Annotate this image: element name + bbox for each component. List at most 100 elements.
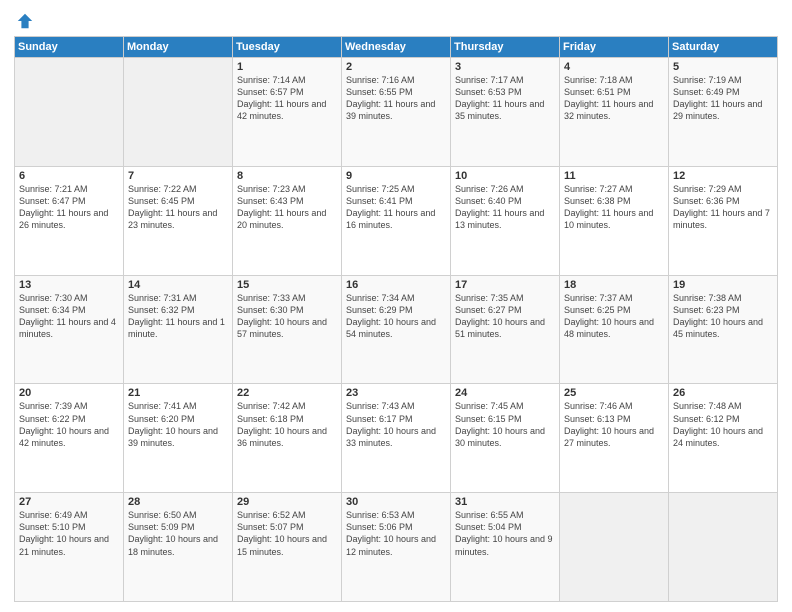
- day-number: 26: [673, 387, 773, 399]
- day-info: Sunrise: 7:30 AM Sunset: 6:34 PM Dayligh…: [19, 292, 119, 341]
- day-info: Sunrise: 7:14 AM Sunset: 6:57 PM Dayligh…: [237, 74, 337, 123]
- calendar-cell: 26Sunrise: 7:48 AM Sunset: 6:12 PM Dayli…: [669, 384, 778, 493]
- week-row-3: 13Sunrise: 7:30 AM Sunset: 6:34 PM Dayli…: [15, 275, 778, 384]
- calendar-cell: 11Sunrise: 7:27 AM Sunset: 6:38 PM Dayli…: [560, 166, 669, 275]
- calendar-cell: 19Sunrise: 7:38 AM Sunset: 6:23 PM Dayli…: [669, 275, 778, 384]
- day-info: Sunrise: 6:49 AM Sunset: 5:10 PM Dayligh…: [19, 509, 119, 558]
- day-info: Sunrise: 7:34 AM Sunset: 6:29 PM Dayligh…: [346, 292, 446, 341]
- calendar-cell: 29Sunrise: 6:52 AM Sunset: 5:07 PM Dayli…: [233, 493, 342, 602]
- calendar-cell: [560, 493, 669, 602]
- day-number: 22: [237, 387, 337, 399]
- weekday-header-row: SundayMondayTuesdayWednesdayThursdayFrid…: [15, 37, 778, 58]
- day-info: Sunrise: 7:21 AM Sunset: 6:47 PM Dayligh…: [19, 183, 119, 232]
- day-info: Sunrise: 7:33 AM Sunset: 6:30 PM Dayligh…: [237, 292, 337, 341]
- calendar-cell: 27Sunrise: 6:49 AM Sunset: 5:10 PM Dayli…: [15, 493, 124, 602]
- calendar-cell: 3Sunrise: 7:17 AM Sunset: 6:53 PM Daylig…: [451, 58, 560, 167]
- day-info: Sunrise: 7:18 AM Sunset: 6:51 PM Dayligh…: [564, 74, 664, 123]
- day-info: Sunrise: 7:25 AM Sunset: 6:41 PM Dayligh…: [346, 183, 446, 232]
- calendar-cell: [15, 58, 124, 167]
- calendar-cell: 18Sunrise: 7:37 AM Sunset: 6:25 PM Dayli…: [560, 275, 669, 384]
- calendar-cell: 17Sunrise: 7:35 AM Sunset: 6:27 PM Dayli…: [451, 275, 560, 384]
- weekday-header-sunday: Sunday: [15, 37, 124, 58]
- calendar-cell: 6Sunrise: 7:21 AM Sunset: 6:47 PM Daylig…: [15, 166, 124, 275]
- day-number: 31: [455, 496, 555, 508]
- calendar-cell: [124, 58, 233, 167]
- calendar-cell: 15Sunrise: 7:33 AM Sunset: 6:30 PM Dayli…: [233, 275, 342, 384]
- calendar-cell: 9Sunrise: 7:25 AM Sunset: 6:41 PM Daylig…: [342, 166, 451, 275]
- calendar-cell: 14Sunrise: 7:31 AM Sunset: 6:32 PM Dayli…: [124, 275, 233, 384]
- day-number: 4: [564, 61, 664, 73]
- calendar-cell: 1Sunrise: 7:14 AM Sunset: 6:57 PM Daylig…: [233, 58, 342, 167]
- day-info: Sunrise: 7:43 AM Sunset: 6:17 PM Dayligh…: [346, 400, 446, 449]
- calendar-cell: 20Sunrise: 7:39 AM Sunset: 6:22 PM Dayli…: [15, 384, 124, 493]
- day-info: Sunrise: 7:17 AM Sunset: 6:53 PM Dayligh…: [455, 74, 555, 123]
- calendar-cell: 16Sunrise: 7:34 AM Sunset: 6:29 PM Dayli…: [342, 275, 451, 384]
- day-number: 9: [346, 170, 446, 182]
- day-info: Sunrise: 7:19 AM Sunset: 6:49 PM Dayligh…: [673, 74, 773, 123]
- calendar-cell: 7Sunrise: 7:22 AM Sunset: 6:45 PM Daylig…: [124, 166, 233, 275]
- day-number: 19: [673, 279, 773, 291]
- weekday-header-tuesday: Tuesday: [233, 37, 342, 58]
- day-number: 15: [237, 279, 337, 291]
- week-row-5: 27Sunrise: 6:49 AM Sunset: 5:10 PM Dayli…: [15, 493, 778, 602]
- calendar-cell: 21Sunrise: 7:41 AM Sunset: 6:20 PM Dayli…: [124, 384, 233, 493]
- week-row-1: 1Sunrise: 7:14 AM Sunset: 6:57 PM Daylig…: [15, 58, 778, 167]
- day-number: 23: [346, 387, 446, 399]
- day-number: 24: [455, 387, 555, 399]
- day-info: Sunrise: 7:46 AM Sunset: 6:13 PM Dayligh…: [564, 400, 664, 449]
- day-info: Sunrise: 6:55 AM Sunset: 5:04 PM Dayligh…: [455, 509, 555, 558]
- day-number: 13: [19, 279, 119, 291]
- day-info: Sunrise: 7:37 AM Sunset: 6:25 PM Dayligh…: [564, 292, 664, 341]
- day-number: 16: [346, 279, 446, 291]
- calendar-cell: [669, 493, 778, 602]
- day-number: 10: [455, 170, 555, 182]
- day-number: 14: [128, 279, 228, 291]
- calendar-cell: 2Sunrise: 7:16 AM Sunset: 6:55 PM Daylig…: [342, 58, 451, 167]
- logo: [14, 12, 34, 30]
- calendar-cell: 4Sunrise: 7:18 AM Sunset: 6:51 PM Daylig…: [560, 58, 669, 167]
- day-info: Sunrise: 7:39 AM Sunset: 6:22 PM Dayligh…: [19, 400, 119, 449]
- calendar-cell: 24Sunrise: 7:45 AM Sunset: 6:15 PM Dayli…: [451, 384, 560, 493]
- weekday-header-friday: Friday: [560, 37, 669, 58]
- day-number: 20: [19, 387, 119, 399]
- day-number: 25: [564, 387, 664, 399]
- day-number: 28: [128, 496, 228, 508]
- day-info: Sunrise: 7:48 AM Sunset: 6:12 PM Dayligh…: [673, 400, 773, 449]
- calendar-cell: 25Sunrise: 7:46 AM Sunset: 6:13 PM Dayli…: [560, 384, 669, 493]
- day-number: 18: [564, 279, 664, 291]
- day-info: Sunrise: 6:52 AM Sunset: 5:07 PM Dayligh…: [237, 509, 337, 558]
- day-number: 29: [237, 496, 337, 508]
- day-info: Sunrise: 7:26 AM Sunset: 6:40 PM Dayligh…: [455, 183, 555, 232]
- day-info: Sunrise: 7:38 AM Sunset: 6:23 PM Dayligh…: [673, 292, 773, 341]
- day-number: 2: [346, 61, 446, 73]
- day-info: Sunrise: 7:45 AM Sunset: 6:15 PM Dayligh…: [455, 400, 555, 449]
- calendar-cell: 30Sunrise: 6:53 AM Sunset: 5:06 PM Dayli…: [342, 493, 451, 602]
- day-info: Sunrise: 6:53 AM Sunset: 5:06 PM Dayligh…: [346, 509, 446, 558]
- day-number: 8: [237, 170, 337, 182]
- day-number: 7: [128, 170, 228, 182]
- weekday-header-wednesday: Wednesday: [342, 37, 451, 58]
- day-number: 17: [455, 279, 555, 291]
- calendar-cell: 13Sunrise: 7:30 AM Sunset: 6:34 PM Dayli…: [15, 275, 124, 384]
- header: [14, 12, 778, 30]
- day-info: Sunrise: 7:41 AM Sunset: 6:20 PM Dayligh…: [128, 400, 228, 449]
- week-row-2: 6Sunrise: 7:21 AM Sunset: 6:47 PM Daylig…: [15, 166, 778, 275]
- calendar-cell: 8Sunrise: 7:23 AM Sunset: 6:43 PM Daylig…: [233, 166, 342, 275]
- day-info: Sunrise: 7:29 AM Sunset: 6:36 PM Dayligh…: [673, 183, 773, 232]
- day-info: Sunrise: 7:35 AM Sunset: 6:27 PM Dayligh…: [455, 292, 555, 341]
- day-number: 21: [128, 387, 228, 399]
- weekday-header-saturday: Saturday: [669, 37, 778, 58]
- weekday-header-thursday: Thursday: [451, 37, 560, 58]
- day-info: Sunrise: 7:42 AM Sunset: 6:18 PM Dayligh…: [237, 400, 337, 449]
- logo-icon: [16, 12, 34, 30]
- calendar-cell: 22Sunrise: 7:42 AM Sunset: 6:18 PM Dayli…: [233, 384, 342, 493]
- page: SundayMondayTuesdayWednesdayThursdayFrid…: [0, 0, 792, 612]
- weekday-header-monday: Monday: [124, 37, 233, 58]
- day-info: Sunrise: 7:22 AM Sunset: 6:45 PM Dayligh…: [128, 183, 228, 232]
- week-row-4: 20Sunrise: 7:39 AM Sunset: 6:22 PM Dayli…: [15, 384, 778, 493]
- day-number: 5: [673, 61, 773, 73]
- day-info: Sunrise: 7:16 AM Sunset: 6:55 PM Dayligh…: [346, 74, 446, 123]
- day-number: 12: [673, 170, 773, 182]
- calendar-cell: 23Sunrise: 7:43 AM Sunset: 6:17 PM Dayli…: [342, 384, 451, 493]
- calendar-cell: 12Sunrise: 7:29 AM Sunset: 6:36 PM Dayli…: [669, 166, 778, 275]
